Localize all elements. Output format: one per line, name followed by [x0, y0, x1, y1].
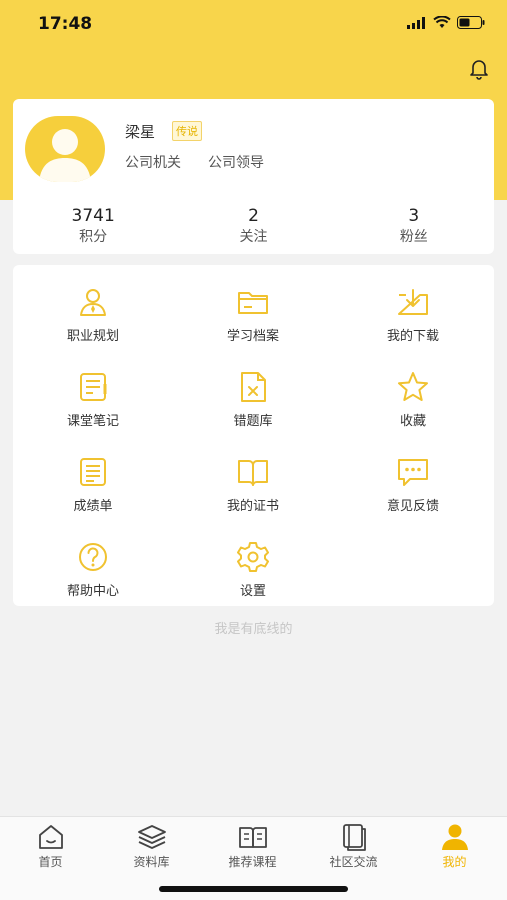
stats-row: 3741 积分 2 关注 3 粉丝: [13, 205, 494, 250]
menu-label: 课堂笔记: [66, 414, 119, 429]
tab-label: 首页: [38, 855, 63, 869]
profile-card: 梁星 传说 公司机关 公司领导 3741 积分 2 关注 3 粉丝: [13, 99, 494, 254]
home-indicator: [159, 886, 348, 892]
status-time: 17:48: [38, 14, 93, 34]
gear-icon: [237, 542, 269, 572]
menu-class-notes[interactable]: 课堂笔记: [13, 350, 173, 435]
tab-label: 我的: [442, 855, 467, 869]
tab-library[interactable]: 资料库: [101, 823, 202, 870]
avatar[interactable]: [25, 116, 105, 182]
stat-value: 3: [408, 206, 420, 226]
menu-label: 错题库: [233, 414, 273, 429]
download-icon: [398, 289, 428, 315]
tab-home[interactable]: 首页: [0, 823, 101, 870]
home-icon: [38, 825, 63, 849]
user-level-badge: 传说: [172, 121, 202, 141]
star-icon: [398, 372, 428, 401]
stat-following[interactable]: 2 关注: [173, 205, 333, 250]
help-icon: [79, 543, 107, 571]
menu-transcript[interactable]: 成绩单: [13, 435, 173, 520]
status-bar: 17:48: [0, 0, 507, 50]
menu-label: 我的下载: [386, 329, 439, 344]
status-icons: [407, 16, 485, 29]
battery-icon: [457, 16, 485, 29]
feedback-icon: [398, 459, 428, 486]
book-icon: [238, 460, 268, 486]
notes-icon: [80, 373, 107, 401]
tab-label: 社区交流: [329, 855, 378, 869]
menu-label: 学习档案: [226, 329, 279, 344]
menu-label: 职业规划: [66, 329, 119, 344]
layers-icon: [137, 825, 166, 849]
stat-label: 积分: [79, 229, 108, 245]
menu-grid: 职业规划 学习档案 我的下载 课堂笔记 错题库 收藏 成绩单 我的证书 意见反馈…: [13, 265, 494, 606]
menu-career-planning[interactable]: 职业规划: [13, 265, 173, 350]
community-book-icon: [342, 824, 366, 851]
menu-feedback[interactable]: 意见反馈: [333, 435, 493, 520]
user-role: 公司领导: [208, 155, 264, 171]
menu-label: 成绩单: [73, 499, 113, 514]
menu-help-center[interactable]: 帮助中心: [13, 520, 173, 605]
tab-mine[interactable]: 我的: [404, 823, 505, 870]
stat-value: 3741: [71, 206, 115, 226]
tab-label: 资料库: [133, 855, 170, 869]
notification-bell-icon[interactable]: [467, 56, 491, 80]
menu-wrong-questions[interactable]: 错题库: [173, 350, 333, 435]
menu-label: 意见反馈: [386, 499, 439, 514]
user-icon: [441, 824, 468, 850]
stat-label: 粉丝: [399, 229, 428, 245]
menu-study-archive[interactable]: 学习档案: [173, 265, 333, 350]
tab-recommended-courses[interactable]: 推荐课程: [202, 823, 303, 870]
menu-label: 帮助中心: [66, 584, 119, 599]
user-name: 梁星: [125, 123, 156, 141]
menu-my-downloads[interactable]: 我的下载: [333, 265, 493, 350]
user-organization: 公司机关: [125, 155, 181, 171]
end-of-list-note: 我是有底线的: [214, 622, 293, 637]
transcript-icon: [80, 458, 106, 486]
menu-settings[interactable]: 设置: [173, 520, 333, 605]
folder-icon: [238, 292, 268, 314]
menu-favorites[interactable]: 收藏: [333, 350, 493, 435]
stat-fans[interactable]: 3 粉丝: [334, 205, 494, 250]
menu-label: 我的证书: [226, 499, 279, 514]
stat-label: 关注: [239, 229, 268, 245]
stat-value: 2: [248, 206, 259, 226]
menu-label: 设置: [239, 584, 266, 599]
menu-my-certificates[interactable]: 我的证书: [173, 435, 333, 520]
signal-icon: [407, 16, 425, 29]
tab-community[interactable]: 社区交流: [303, 823, 404, 870]
wifi-icon: [433, 16, 451, 28]
menu-label: 收藏: [399, 414, 426, 429]
wrong-questions-icon: [241, 372, 266, 402]
stat-points[interactable]: 3741 积分: [13, 205, 173, 250]
tab-label: 推荐课程: [228, 855, 277, 869]
open-book-icon: [238, 827, 267, 848]
career-icon: [80, 289, 106, 316]
